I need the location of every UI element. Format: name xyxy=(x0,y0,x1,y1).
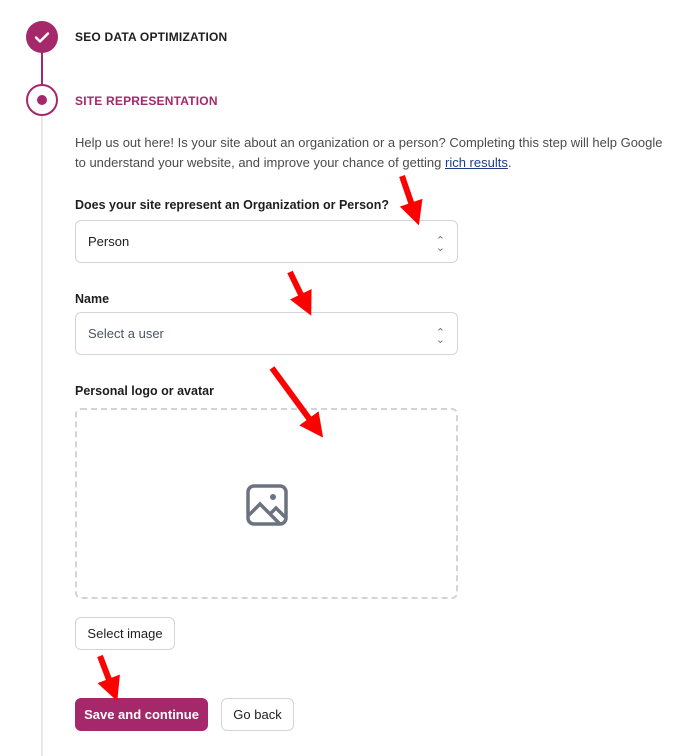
arrow-annotation xyxy=(97,654,120,702)
arrow-annotation xyxy=(399,175,423,226)
annotation-arrows xyxy=(97,175,423,702)
arrow-annotation xyxy=(269,366,324,438)
arrow-annotation xyxy=(287,270,312,316)
